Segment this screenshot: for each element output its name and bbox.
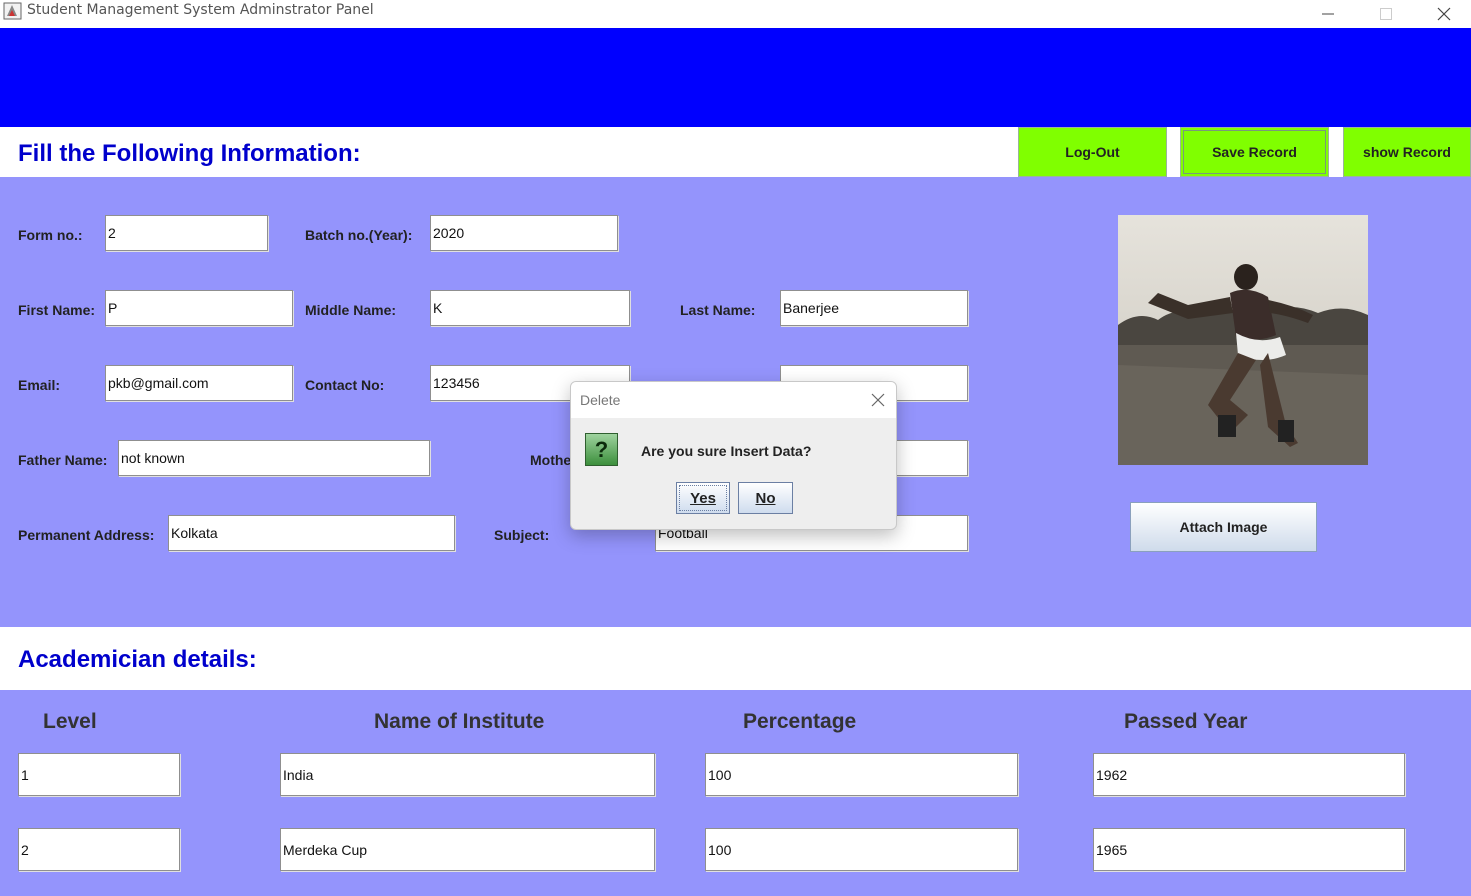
question-icon: ? (585, 433, 618, 466)
contact-no-label: Contact No: (305, 377, 385, 393)
middle-name-label: Middle Name: (305, 302, 397, 318)
save-record-button[interactable]: Save Record (1180, 127, 1329, 177)
java-app-icon (3, 2, 22, 20)
close-icon (1437, 7, 1451, 21)
first-name-label: First Name: (18, 302, 96, 318)
student-photo (1118, 215, 1368, 465)
dialog-titlebar: Delete (571, 382, 896, 418)
top-banner (0, 28, 1471, 127)
middle-name-field[interactable]: K (430, 290, 630, 326)
column-header-level: Level (43, 710, 97, 733)
institute-field-row-2[interactable]: Merdeka Cup (280, 828, 655, 871)
email-field[interactable]: pkb@gmail.com (105, 365, 293, 401)
batch-no-label: Batch no.(Year): (305, 227, 413, 243)
level-field-row-1[interactable]: 1 (18, 753, 180, 796)
form-section-title: Fill the Following Information: (18, 140, 361, 167)
dialog-message: Are you sure Insert Data? (641, 443, 812, 459)
institute-field-row-1[interactable]: India (280, 753, 655, 796)
permanent-address-field[interactable]: Kolkata (168, 515, 455, 551)
logout-button[interactable]: Log-Out (1018, 127, 1167, 177)
mother-name-label: Mothe (530, 452, 572, 468)
form-no-label: Form no.: (18, 227, 83, 243)
last-name-field[interactable]: Banerjee (780, 290, 968, 326)
maximize-icon (1380, 8, 1392, 20)
window-titlebar: Student Management System Adminstrator P… (0, 0, 1471, 28)
father-name-field[interactable]: not known (118, 440, 430, 476)
attach-image-button[interactable]: Attach Image (1130, 502, 1317, 552)
percentage-field-row-1[interactable]: 100 (705, 753, 1018, 796)
minimize-icon (1322, 13, 1334, 15)
column-header-institute: Name of Institute (374, 710, 545, 733)
academic-section-title: Academician details: (18, 646, 257, 673)
window-title: Student Management System Adminstrator P… (27, 2, 374, 18)
first-name-field[interactable]: P (105, 290, 293, 326)
no-button[interactable]: No (738, 482, 793, 514)
passed-year-field-row-1[interactable]: 1962 (1093, 753, 1405, 796)
subject-label: Subject: (494, 527, 550, 543)
email-label: Email: (18, 377, 61, 393)
dialog-title: Delete (580, 392, 621, 408)
passed-year-field-row-2[interactable]: 1965 (1093, 828, 1405, 871)
father-name-label: Father Name: (18, 452, 108, 468)
dialog-close-icon[interactable] (870, 392, 886, 408)
close-button[interactable] (1415, 0, 1471, 28)
level-field-row-2[interactable]: 2 (18, 828, 180, 871)
column-header-passed-year: Passed Year (1124, 710, 1248, 733)
minimize-button[interactable] (1299, 0, 1357, 28)
batch-no-field[interactable]: 2020 (430, 215, 618, 251)
yes-button[interactable]: Yes (676, 482, 730, 514)
column-header-percentage: Percentage (743, 710, 857, 733)
form-no-field[interactable]: 2 (105, 215, 268, 251)
last-name-label: Last Name: (680, 302, 756, 318)
show-record-button[interactable]: show Record (1343, 127, 1471, 177)
confirm-dialog: Delete ? Are you sure Insert Data? Yes N… (570, 381, 897, 530)
permanent-address-label: Permanent Address: (18, 527, 155, 543)
maximize-button[interactable] (1357, 0, 1415, 28)
percentage-field-row-2[interactable]: 100 (705, 828, 1018, 871)
